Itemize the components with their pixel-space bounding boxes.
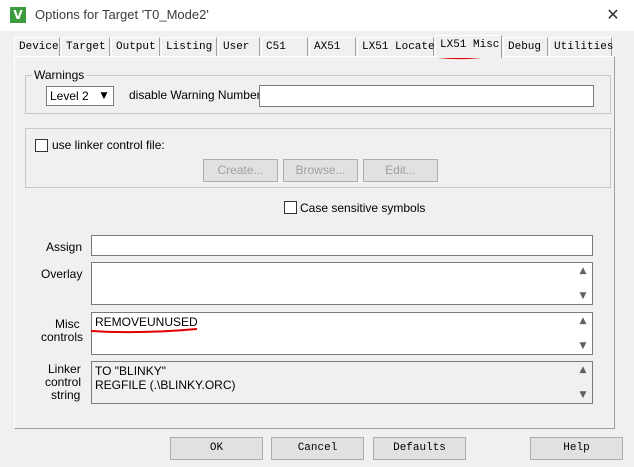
annotation-overlay (90, 54, 498, 334)
annotation-underline-misc (90, 328, 198, 334)
tab-lx51-misc[interactable]: LX51 Misc (435, 35, 502, 58)
